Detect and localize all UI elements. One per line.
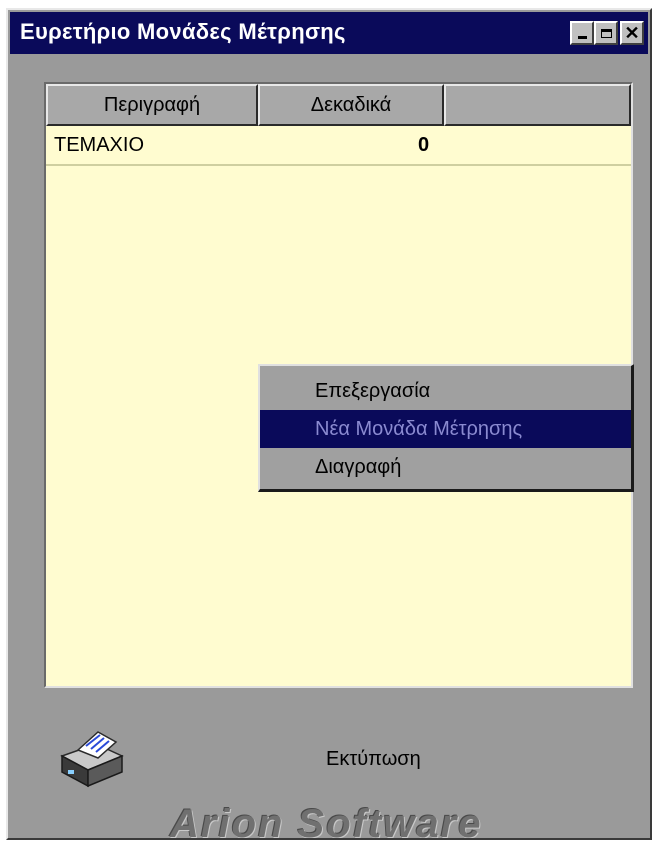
menu-item-edit[interactable]: Επεξεργασία	[260, 372, 631, 410]
close-button[interactable]: ✕	[620, 21, 644, 45]
maximize-icon	[600, 28, 612, 38]
brand-logo: Arion Software	[170, 802, 483, 840]
grid-header: Περιγραφή Δεκαδικά	[46, 84, 631, 126]
main-window: Ευρετήριο Μονάδες Μέτρησης ✕ Περιγραφή Δ…	[6, 8, 652, 840]
minimize-button[interactable]	[570, 21, 594, 45]
window-title: Ευρετήριο Μονάδες Μέτρησης	[20, 19, 346, 44]
cell-decimals[interactable]: 0	[418, 134, 429, 157]
close-icon: ✕	[624, 23, 640, 43]
column-header-decimals[interactable]: Δεκαδικά	[258, 84, 444, 126]
printer-icon[interactable]	[56, 726, 128, 788]
minimize-icon	[577, 36, 587, 39]
table-row[interactable]: ΤΕΜΑΧΙΟ 0	[46, 126, 631, 166]
column-header-empty[interactable]	[444, 84, 631, 126]
maximize-button[interactable]	[594, 21, 618, 45]
title-bar[interactable]: Ευρετήριο Μονάδες Μέτρησης ✕	[10, 12, 648, 54]
context-menu: Επεξεργασία Νέα Μονάδα Μέτρησης Διαγραφή	[258, 364, 634, 492]
menu-item-delete[interactable]: Διαγραφή	[260, 448, 631, 486]
cell-description[interactable]: ΤΕΜΑΧΙΟ	[54, 134, 144, 157]
print-label[interactable]: Εκτύπωση	[326, 748, 421, 771]
column-header-description[interactable]: Περιγραφή	[46, 84, 258, 126]
menu-item-new-unit[interactable]: Νέα Μονάδα Μέτρησης	[260, 410, 631, 448]
